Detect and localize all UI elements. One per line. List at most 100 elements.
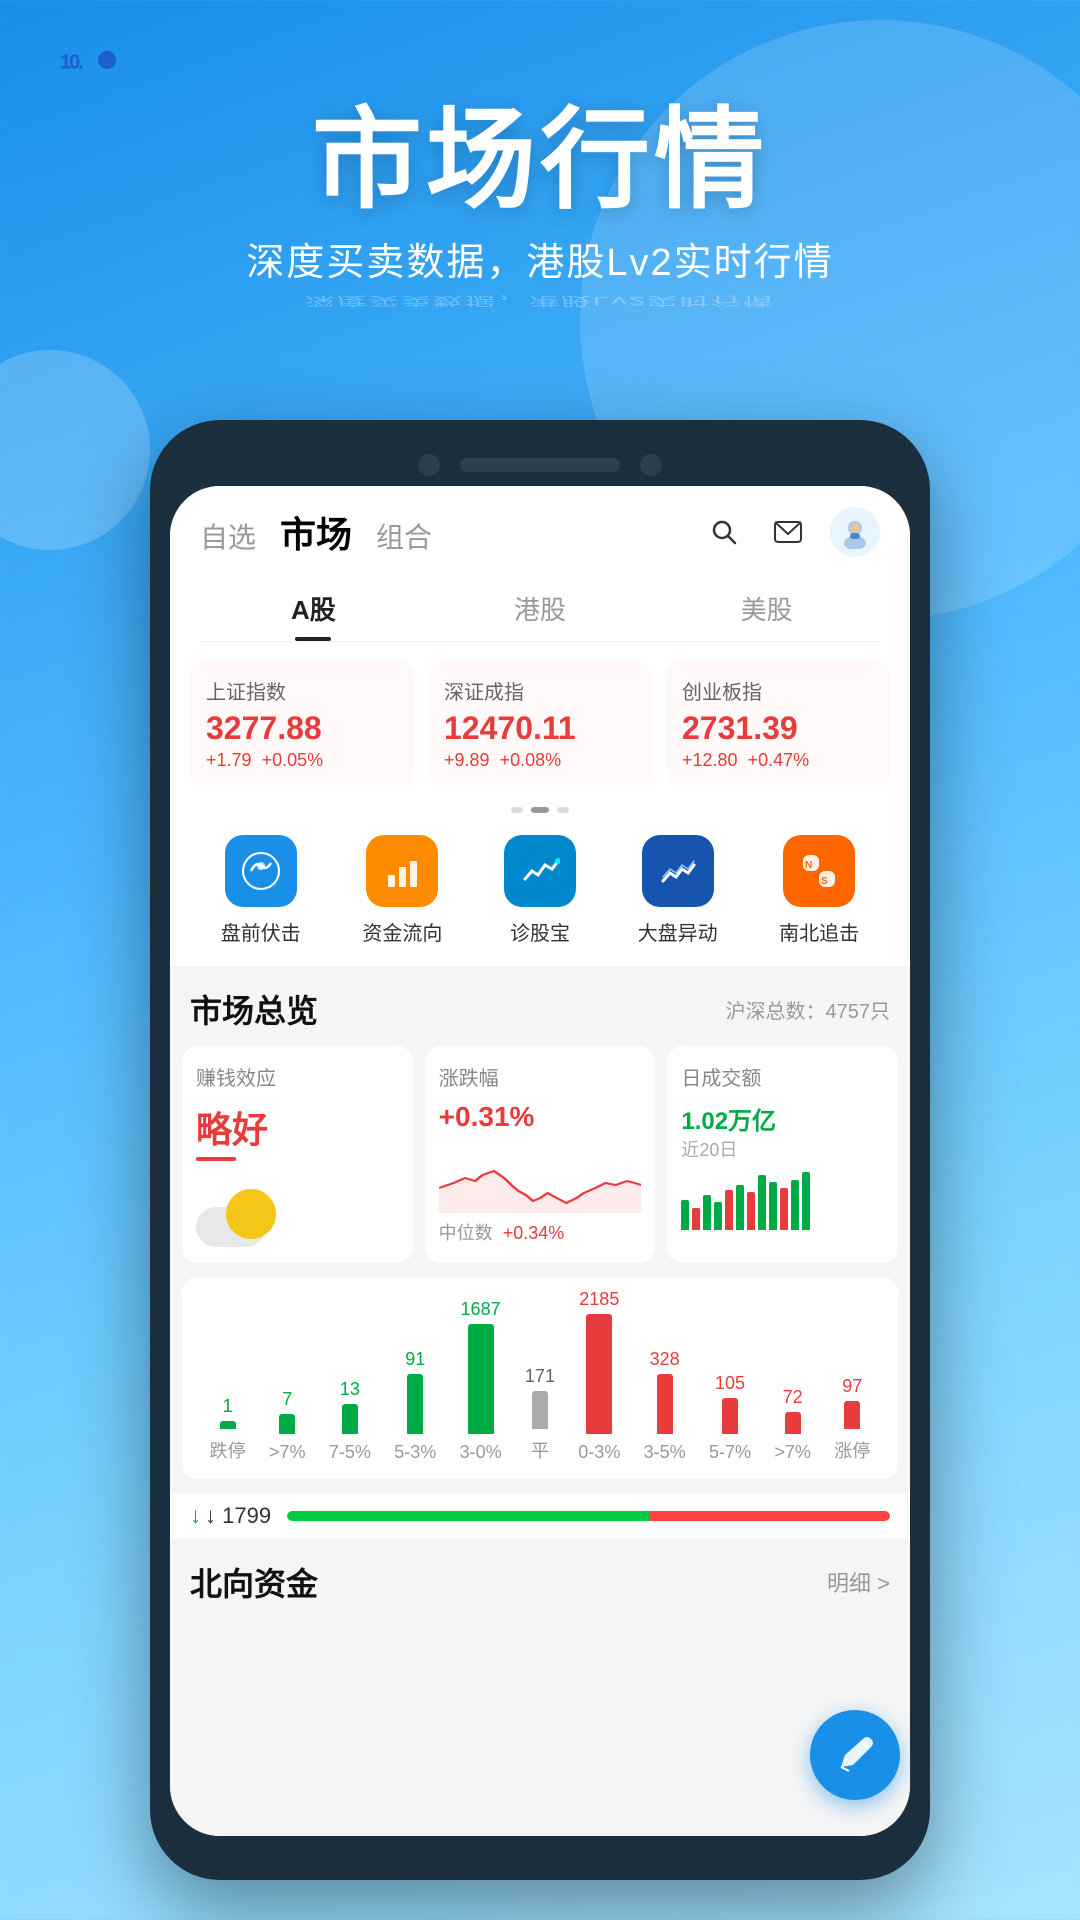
vol-bar — [681, 1200, 689, 1230]
sun-shape — [226, 1189, 276, 1239]
dist-label-4: 3-0% — [460, 1442, 502, 1463]
progress-section: ↓ ↓ 1799 — [170, 1493, 910, 1539]
progress-left: ↓ ↓ 1799 — [190, 1503, 271, 1529]
card-money-effect[interactable]: 赚钱效应 略好 — [182, 1046, 413, 1263]
dist-val-5: 171 — [525, 1366, 555, 1387]
tool-icon-zijin — [366, 835, 438, 907]
card-daily-vol[interactable]: 日成交额 1.02万亿 近20日 — [667, 1046, 898, 1263]
quick-tools: 盘前伏击 资金流向 — [170, 821, 910, 966]
index-name-cy: 创业板指 — [682, 676, 874, 705]
nav-item-zixuan[interactable]: 自选 — [200, 516, 256, 556]
dist-val-4: 1687 — [461, 1299, 501, 1320]
north-capital-header: 北向资金 明细 > — [170, 1539, 910, 1615]
hero-section: 市场行情 深度买卖数据，港股Lv2实时行情 深度买卖数据，港股Lv2实时行情 — [0, 100, 1080, 320]
progress-bar-track — [287, 1511, 890, 1521]
fab-button[interactable] — [810, 1710, 900, 1800]
index-card-cy[interactable]: 创业板指 2731.39 +12.80 +0.47% — [666, 662, 890, 785]
app-content: 自选 市场 组合 — [170, 486, 910, 1836]
card-rise-fall[interactable]: 涨跌幅 +0.31% 中位数 +0.34% — [425, 1046, 656, 1263]
search-icon[interactable] — [702, 510, 746, 554]
dist-col-8: 105 5-7% — [709, 1373, 751, 1463]
tool-zhengubao[interactable]: 诊股宝 — [504, 835, 576, 946]
market-overview-header: 市场总览 沪深总数：4757只 — [170, 966, 910, 1046]
card-sublabel-median: 中位数 +0.34% — [439, 1219, 642, 1245]
dist-label-9: >7% — [774, 1442, 811, 1463]
index-change-sh: +1.79 +0.05% — [206, 750, 398, 771]
market-overview-title: 市场总览 — [190, 986, 318, 1032]
dist-bar-7 — [657, 1374, 673, 1434]
tool-nanbeizhuiyu[interactable]: N S 南北追击 — [779, 835, 859, 946]
phone-notch — [170, 440, 910, 486]
nav-item-zuhe[interactable]: 组合 — [376, 516, 432, 556]
dist-col-0: 1 跌停 — [210, 1396, 246, 1463]
dist-bar-1 — [279, 1414, 295, 1434]
mini-sparkline — [439, 1143, 642, 1213]
tool-dapan[interactable]: 大盘异动 — [638, 835, 718, 946]
tool-zijin[interactable]: 资金流向 — [362, 835, 442, 946]
index-cards: 上证指数 3277.88 +1.79 +0.05% 深证成指 12470.11 … — [170, 642, 910, 799]
nav-tabs-row: 自选 市场 组合 — [200, 506, 880, 558]
dot-3 — [557, 807, 569, 813]
vol-bar — [780, 1188, 788, 1230]
detail-link[interactable]: 明细 > — [827, 1566, 890, 1598]
index-change-cy: +12.80 +0.47% — [682, 750, 874, 771]
vol-bar-chart — [681, 1170, 884, 1230]
dist-label-8: 5-7% — [709, 1442, 751, 1463]
distribution-section: 1 跌停 7 >7% 13 7-5% — [182, 1277, 898, 1479]
index-name-sh: 上证指数 — [206, 676, 398, 705]
vol-bar — [736, 1185, 744, 1230]
nav-left: 自选 市场 组合 — [200, 506, 432, 558]
app-version: 10. — [60, 40, 116, 100]
dist-label-0: 跌停 — [210, 1437, 246, 1463]
dist-bar-6 — [586, 1314, 612, 1434]
dist-col-2: 13 7-5% — [329, 1379, 371, 1463]
version-period: . — [78, 52, 82, 74]
overview-cards: 赚钱效应 略好 涨跌幅 +0.31% — [170, 1046, 910, 1277]
progress-val: ↓ 1799 — [205, 1503, 271, 1529]
mail-icon[interactable] — [766, 510, 810, 554]
dist-bar-4 — [468, 1324, 494, 1434]
market-tabs: A股 港股 美股 — [200, 574, 880, 642]
tab-hk-stock[interactable]: 港股 — [427, 574, 654, 641]
dist-col-9: 72 >7% — [774, 1387, 811, 1463]
tool-icon-nanbeizhuiji: N S — [783, 835, 855, 907]
index-change-sz: +9.89 +0.08% — [444, 750, 636, 771]
index-value-cy: 2731.39 — [682, 711, 874, 746]
hero-title: 市场行情 — [0, 100, 1080, 221]
index-value-sz: 12470.11 — [444, 711, 636, 746]
dist-bar-10 — [844, 1401, 860, 1429]
vol-bar — [747, 1192, 755, 1230]
nav-item-shichang[interactable]: 市场 — [280, 506, 352, 558]
tab-us-stock[interactable]: 美股 — [653, 574, 880, 641]
svg-text:N: N — [805, 860, 812, 871]
dist-val-3: 91 — [405, 1349, 425, 1370]
tool-panqian[interactable]: 盘前伏击 — [221, 835, 301, 946]
card-label-vol: 日成交额 — [681, 1062, 884, 1091]
dist-val-2: 13 — [340, 1379, 360, 1400]
tab-a-stock[interactable]: A股 — [200, 574, 427, 641]
index-card-sz[interactable]: 深证成指 12470.11 +9.89 +0.08% — [428, 662, 652, 785]
dist-bar-3 — [407, 1374, 423, 1434]
phone-screen: 自选 市场 组合 — [170, 486, 910, 1836]
dist-bar-9 — [785, 1412, 801, 1434]
dist-col-5: 171 平 — [525, 1366, 555, 1463]
vol-bar — [703, 1195, 711, 1230]
dist-label-3: 5-3% — [394, 1442, 436, 1463]
dist-bar-2 — [342, 1404, 358, 1434]
index-value-sh: 3277.88 — [206, 711, 398, 746]
top-nav: 自选 市场 组合 — [170, 486, 910, 642]
tools-row: 盘前伏击 资金流向 — [190, 835, 890, 946]
tool-label-panqian: 盘前伏击 — [221, 917, 301, 946]
dist-val-0: 1 — [223, 1396, 233, 1417]
avatar-icon[interactable] — [830, 507, 880, 557]
nav-icons — [702, 507, 880, 557]
card-label-risefal: 涨跌幅 — [439, 1062, 642, 1091]
dist-val-8: 105 — [715, 1373, 745, 1394]
dist-label-7: 3-5% — [644, 1442, 686, 1463]
index-card-sh[interactable]: 上证指数 3277.88 +1.79 +0.05% — [190, 662, 414, 785]
phone-camera-right — [640, 454, 662, 476]
phone-frame: 自选 市场 组合 — [150, 420, 930, 1880]
north-capital-title: 北向资金 — [190, 1559, 318, 1605]
dist-label-2: 7-5% — [329, 1442, 371, 1463]
version-dot — [98, 51, 116, 69]
